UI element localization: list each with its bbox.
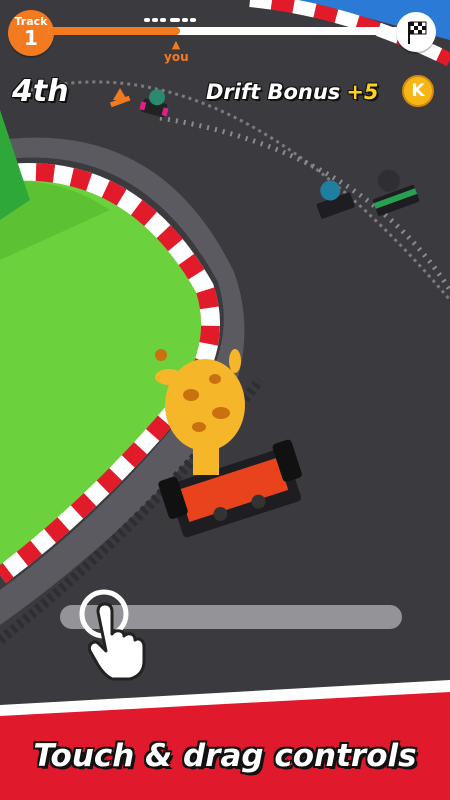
drift-bonus-label: Drift Bonus [206,80,341,104]
drift-bonus-notice: Drift Bonus +5 [206,80,379,104]
race-progress-bar [48,18,404,35]
game-screen: Track 1 ▲ you 4th Drift Bonus +5 K Touch… [0,0,450,800]
rival-position-marker [152,18,158,22]
race-progress-fill [48,27,180,35]
rival-position-marker [182,18,188,22]
race-track-scene [0,0,450,800]
track-badge: Track 1 [8,10,54,56]
rival-position-marker [144,18,150,22]
promo-banner-text: Touch & drag controls [33,738,417,774]
you-label: you [164,50,189,64]
rival-position-marker [170,18,180,22]
coin-icon: K [402,75,434,107]
tap-hand-icon [76,586,146,686]
you-marker: ▲ you [164,38,189,64]
you-arrow-icon: ▲ [171,38,181,51]
rival-position-marker [160,18,166,22]
drift-bonus-value: +5 [346,80,379,104]
rival-position-marker [190,18,196,22]
checkered-flag-icon [396,12,436,52]
race-position: 4th [12,74,69,109]
